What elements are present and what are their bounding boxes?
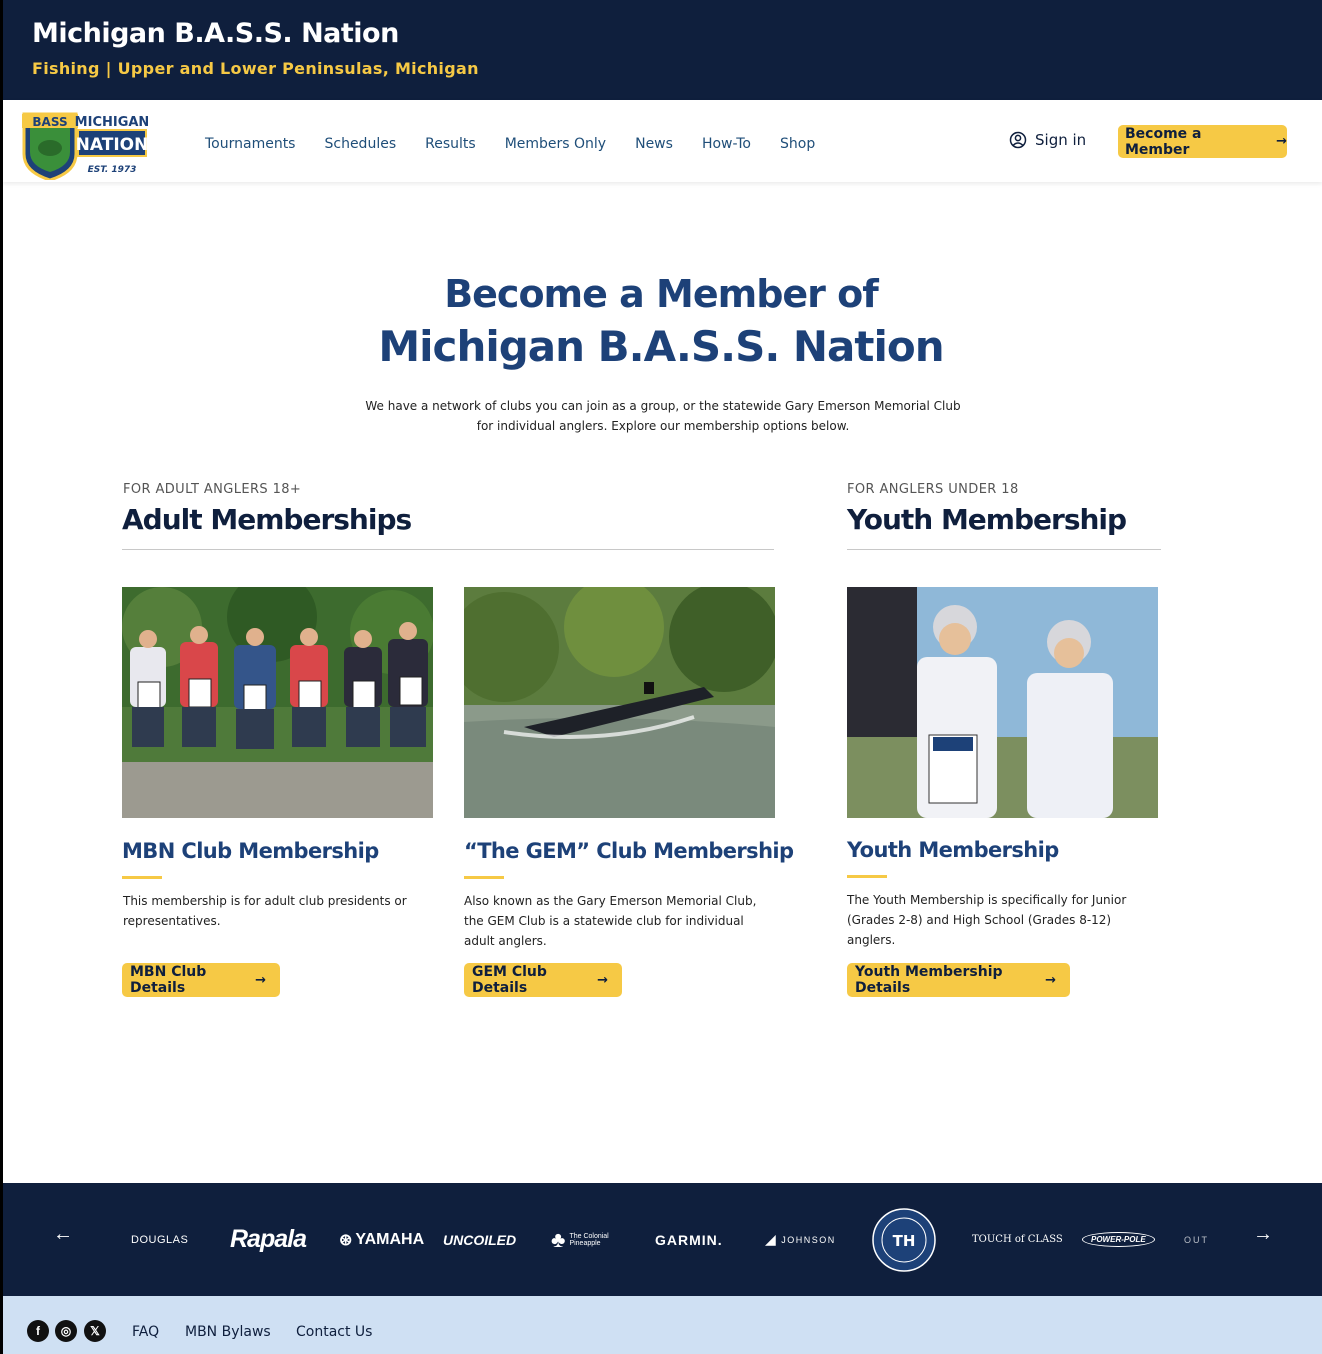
sponsor-rapala[interactable]: Rapala [230,1183,307,1296]
sign-in-label: Sign in [1035,131,1087,149]
youth-membership-title: Youth Membership [847,838,1059,862]
site-subtitle: Fishing | Upper and Lower Peninsulas, Mi… [32,59,479,78]
youth-membership-details-button[interactable]: Youth Membership Details → [847,963,1070,997]
sponsor-th-marine[interactable]: TH [871,1183,937,1296]
hero-title-line1: Become a Member of [444,272,879,316]
sponsor-colonial-pineapple[interactable]: ♣ The Colonial Pineapple [551,1183,631,1296]
main-nav: Tournaments Schedules Results Members On… [205,136,844,152]
footer-link-contact[interactable]: Contact Us [296,1324,372,1340]
sponsor-outdoors-text: OUT [1184,1234,1209,1245]
become-member-label: Become a Member [1125,125,1202,158]
left-edge [0,0,3,1354]
nav-shop[interactable]: Shop [780,136,815,152]
sponsor-yamaha[interactable]: ⊛ YAMAHA [339,1183,424,1296]
arrow-right-icon: → [255,972,266,988]
gem-club-photo [464,587,775,818]
gem-club-details-button[interactable]: GEM Club Details → [464,963,622,997]
sign-in-link[interactable]: Sign in [1009,131,1086,149]
adult-section-divider [122,549,774,550]
sponsor-touch-of-class[interactable]: TOUCH of CLASS [972,1183,1063,1296]
adult-eyebrow: FOR ADULT ANGLERS 18+ [123,482,302,497]
nav-tournaments[interactable]: Tournaments [205,136,295,152]
arrow-right-icon: → [597,972,608,988]
gem-club-title: “The GEM” Club Membership [464,839,794,863]
sponsor-yamaha-text: YAMAHA [355,1230,425,1248]
nav-results[interactable]: Results [425,136,476,152]
nav-schedules[interactable]: Schedules [324,136,396,152]
gem-club-description: Also known as the Gary Emerson Memorial … [464,894,757,948]
x-glyph: 𝕏 [90,1324,100,1338]
footer: f ◎ 𝕏 FAQ MBN Bylaws Contact Us [3,1296,1322,1354]
youth-membership-photo [847,587,1158,818]
x-twitter-icon[interactable]: 𝕏 [84,1320,106,1342]
sponsor-douglas-text: DOUGLAS [131,1233,189,1246]
gem-club-accent [464,876,504,879]
sponsor-douglas[interactable]: DOUGLAS [131,1183,188,1296]
mbn-club-description: This membership is for adult club presid… [123,894,407,928]
nav-news[interactable]: News [635,136,673,152]
logo-est-text: EST. 1973 [88,165,137,175]
nav-members-only[interactable]: Members Only [505,136,606,152]
arrow-right-icon: → [1045,972,1056,988]
sponsor-uncoiled-text: UNCOILED [443,1231,517,1248]
loon-icon: ◢ [765,1231,778,1247]
sponsor-johnson-text: JOHNSON [781,1234,836,1245]
logo-nation-text: NATION [76,135,148,155]
sponsor-garmin-text: GARMIN. [655,1231,723,1248]
footer-link-faq[interactable]: FAQ [132,1324,159,1340]
site-title: Michigan B.A.S.S. Nation [32,18,399,49]
th-marine-text: TH [893,1232,916,1250]
mbn-club-title: MBN Club Membership [122,839,379,863]
sponsor-power-pole[interactable]: POWER-POLE [1082,1183,1155,1296]
mbn-club-details-button[interactable]: MBN Club Details → [122,963,280,997]
logo-michigan-text: MICHIGAN [75,115,148,130]
sponsor-power-pole-text: POWER-POLE [1082,1232,1155,1247]
sponsor-rapala-text: Rapala [230,1225,307,1253]
youth-section-divider [847,549,1161,550]
sponsor-garmin[interactable]: GARMIN. [655,1183,723,1296]
yamaha-tuning-fork-icon: ⊛ [339,1231,353,1249]
mbn-club-details-label: MBN Club Details [130,964,207,996]
youth-membership-accent [847,875,887,878]
sponsor-outdoors[interactable]: OUT [1184,1183,1209,1296]
youth-eyebrow: FOR ANGLERS UNDER 18 [847,482,1019,497]
hero-description: We have a network of clubs you can join … [365,399,961,433]
mbn-club-accent [122,876,162,879]
user-circle-icon [1009,131,1027,149]
th-marine-badge-icon: TH [872,1207,936,1272]
nav-bar: BASS MICHIGAN NATION EST. 1973 Tournamen… [3,100,1322,182]
facebook-icon[interactable]: f [27,1320,49,1342]
sponsor-carousel: ← → DOUGLAS Rapala ⊛ YAMAHA UNCOILED ♣ T… [3,1183,1322,1296]
sponsor-colonial-pineapple-text: The Colonial Pineapple [569,1232,609,1247]
pineapple-icon: ♣ [551,1226,566,1252]
adult-section-title: Adult Memberships [122,503,412,536]
arrow-right-icon[interactable]: → [1253,1223,1273,1246]
gem-club-details-label: GEM Club Details [472,964,547,996]
top-bar: Michigan B.A.S.S. Nation Fishing | Upper… [3,0,1322,100]
michigan-bass-nation-logo[interactable]: BASS MICHIGAN NATION EST. 1973 [20,108,148,180]
instagram-icon[interactable]: ◎ [55,1320,77,1342]
sponsor-johnson-outdoors[interactable]: ◢ JOHNSON [765,1183,836,1296]
instagram-glyph: ◎ [60,1324,72,1338]
youth-membership-details-label: Youth Membership Details [855,964,1003,996]
mbn-club-photo [122,587,433,818]
become-member-button[interactable]: Become a Member → [1118,125,1287,158]
facebook-glyph: f [36,1324,40,1338]
sponsor-uncoiled[interactable]: UNCOILED [443,1183,516,1296]
logo-bass-text: BASS [32,115,67,129]
youth-membership-description: The Youth Membership is specifically for… [847,893,1127,947]
footer-link-bylaws[interactable]: MBN Bylaws [185,1324,271,1340]
youth-section-title: Youth Membership [847,503,1127,536]
hero-title-line2: Michigan B.A.S.S. Nation [378,322,944,371]
arrow-left-icon[interactable]: ← [53,1223,73,1246]
nav-how-to[interactable]: How-To [702,136,751,152]
sponsor-touch-of-class-text: TOUCH of CLASS [972,1234,1063,1245]
arrow-right-icon: → [1276,134,1287,149]
